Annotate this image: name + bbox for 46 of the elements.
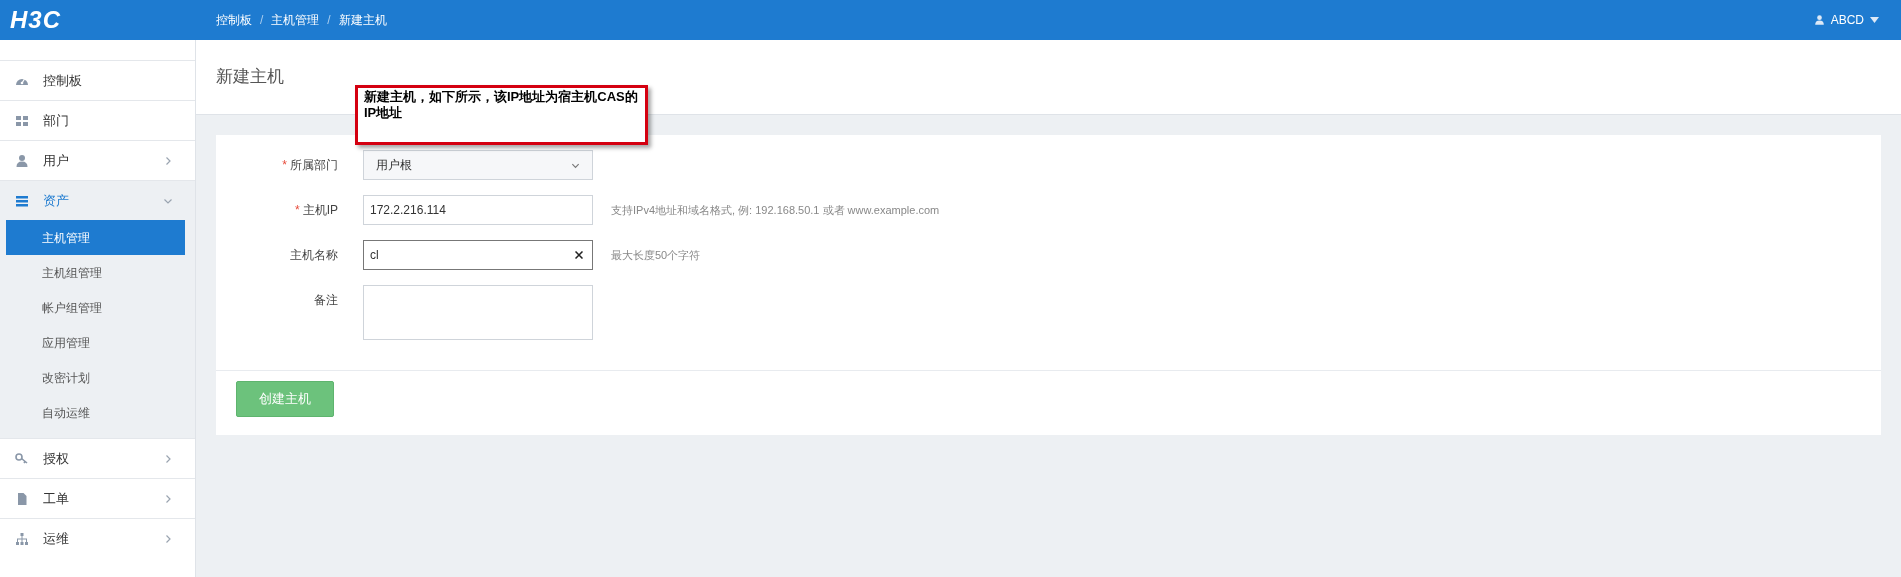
- sidebar-item[interactable]: 控制板: [0, 61, 195, 100]
- textarea-field[interactable]: [363, 285, 593, 340]
- sidebar-item[interactable]: 部门: [0, 101, 195, 140]
- sidebar-subitem[interactable]: 帐户组管理: [6, 290, 185, 325]
- grid-icon: [15, 113, 29, 128]
- page-title: 新建主机: [216, 66, 284, 89]
- document-icon: [15, 491, 29, 506]
- user-icon: [15, 153, 29, 168]
- input-field[interactable]: cl: [363, 240, 593, 270]
- required-mark: *: [295, 202, 300, 219]
- chevron-right-icon: [163, 453, 173, 464]
- required-mark: *: [282, 157, 287, 174]
- sidebar-subitem[interactable]: 主机管理: [6, 220, 185, 255]
- breadcrumb-link[interactable]: 主机管理: [271, 11, 320, 29]
- sitemap-icon: [15, 531, 29, 546]
- field-label: 主机IP: [302, 202, 338, 219]
- breadcrumb-separator: /: [327, 12, 331, 29]
- breadcrumb-separator: /: [260, 12, 264, 29]
- chevron-right-icon: [163, 533, 173, 544]
- caret-icon: [1870, 17, 1879, 23]
- chevron-right-icon: [163, 155, 173, 166]
- clear-icon[interactable]: [575, 251, 583, 259]
- field-label: 主机名称: [290, 247, 338, 264]
- annotation-callout: 新建主机，如下所示，该IP地址为宿主机CAS的IP地址: [355, 85, 648, 145]
- department-select[interactable]: 用户根: [363, 150, 593, 180]
- user-menu[interactable]: ABCD: [1813, 11, 1879, 29]
- field-hint: 支持IPv4地址和域名格式, 例: 192.168.50.1 或者 www.example.com: [611, 202, 940, 218]
- sidebar-subitem[interactable]: 改密计划: [6, 360, 185, 395]
- key-icon: [15, 451, 29, 466]
- field-label: 备注: [314, 292, 338, 309]
- sidebar-subitem[interactable]: 自动运维: [6, 395, 185, 430]
- sidebar-item[interactable]: 用户: [0, 141, 195, 180]
- sidebar-item[interactable]: 资产: [0, 181, 195, 220]
- input-field[interactable]: 172.2.216.114: [363, 195, 593, 225]
- sidebar-subitem[interactable]: 主机组管理: [6, 255, 185, 290]
- sidebar-subitem[interactable]: 应用管理: [6, 325, 185, 360]
- user-icon: [1813, 14, 1825, 26]
- sidebar-item[interactable]: 工单: [0, 479, 195, 518]
- chevron-right-icon: [163, 493, 173, 504]
- list-icon: [15, 193, 29, 208]
- sidebar-item[interactable]: 运维: [0, 519, 195, 558]
- logo: H3C: [10, 6, 61, 33]
- field-hint: 最大长度50个字符: [611, 247, 701, 263]
- field-label: 所属部门: [290, 157, 338, 174]
- sidebar-item[interactable]: 授权: [0, 439, 195, 478]
- breadcrumb-link[interactable]: 控制板: [216, 11, 252, 29]
